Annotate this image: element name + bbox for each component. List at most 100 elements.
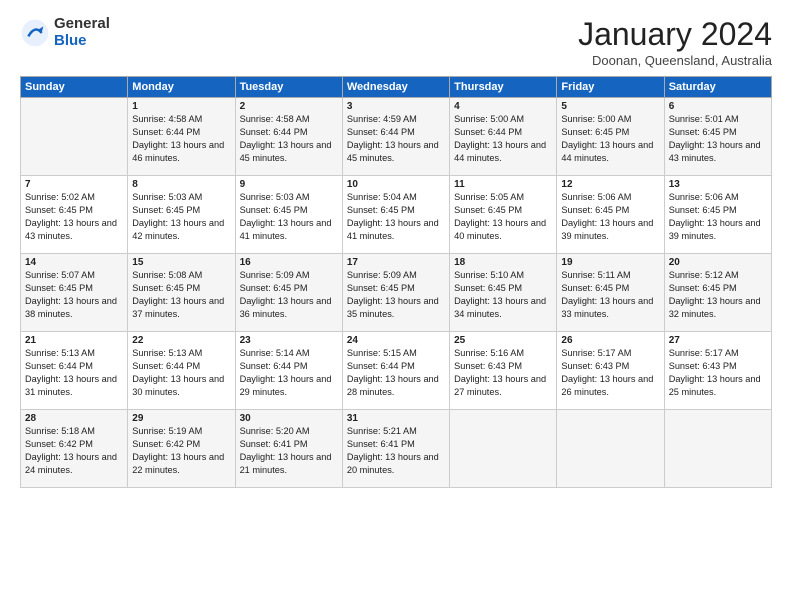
cell-w3-d1: 14Sunrise: 5:07 AMSunset: 6:45 PMDayligh… [21,254,128,332]
cell-info: Sunrise: 5:06 AMSunset: 6:45 PMDaylight:… [669,191,767,243]
cell-w5-d6 [557,410,664,488]
cell-line: Sunrise: 5:21 AM [347,425,445,438]
cell-w3-d6: 19Sunrise: 5:11 AMSunset: 6:45 PMDayligh… [557,254,664,332]
cell-line: Daylight: 13 hours and 43 minutes. [25,217,123,243]
cell-line: Daylight: 13 hours and 24 minutes. [25,451,123,477]
cell-line: Sunset: 6:44 PM [454,126,552,139]
cell-w4-d1: 21Sunrise: 5:13 AMSunset: 6:44 PMDayligh… [21,332,128,410]
cell-info: Sunrise: 5:13 AMSunset: 6:44 PMDaylight:… [132,347,230,399]
cell-info: Sunrise: 5:09 AMSunset: 6:45 PMDaylight:… [240,269,338,321]
cell-line: Daylight: 13 hours and 25 minutes. [669,373,767,399]
cell-info: Sunrise: 5:07 AMSunset: 6:45 PMDaylight:… [25,269,123,321]
cell-info: Sunrise: 5:03 AMSunset: 6:45 PMDaylight:… [240,191,338,243]
cell-line: Daylight: 13 hours and 45 minutes. [240,139,338,165]
cell-w5-d1: 28Sunrise: 5:18 AMSunset: 6:42 PMDayligh… [21,410,128,488]
day-number: 25 [454,335,552,346]
header-row: Sunday Monday Tuesday Wednesday Thursday… [21,77,772,98]
cell-line: Sunset: 6:45 PM [25,282,123,295]
cell-line: Sunrise: 5:03 AM [132,191,230,204]
day-number: 7 [25,179,123,190]
col-friday: Friday [557,77,664,98]
day-number: 4 [454,101,552,112]
cell-line: Sunrise: 5:04 AM [347,191,445,204]
cell-line: Sunset: 6:44 PM [347,360,445,373]
day-number: 24 [347,335,445,346]
cell-line: Sunrise: 4:58 AM [240,113,338,126]
cell-info: Sunrise: 5:06 AMSunset: 6:45 PMDaylight:… [561,191,659,243]
cell-info: Sunrise: 5:03 AMSunset: 6:45 PMDaylight:… [132,191,230,243]
cell-line: Daylight: 13 hours and 39 minutes. [669,217,767,243]
cell-line: Sunset: 6:45 PM [669,282,767,295]
day-number: 21 [25,335,123,346]
cell-line: Sunrise: 5:02 AM [25,191,123,204]
cell-w3-d3: 16Sunrise: 5:09 AMSunset: 6:45 PMDayligh… [235,254,342,332]
cell-line: Sunset: 6:42 PM [132,438,230,451]
cell-line: Sunrise: 5:16 AM [454,347,552,360]
cell-info: Sunrise: 5:00 AMSunset: 6:45 PMDaylight:… [561,113,659,165]
cell-info: Sunrise: 5:11 AMSunset: 6:45 PMDaylight:… [561,269,659,321]
col-wednesday: Wednesday [342,77,449,98]
cell-line: Daylight: 13 hours and 46 minutes. [132,139,230,165]
cell-line: Daylight: 13 hours and 41 minutes. [240,217,338,243]
cell-line: Sunset: 6:45 PM [454,204,552,217]
cell-w2-d1: 7Sunrise: 5:02 AMSunset: 6:45 PMDaylight… [21,176,128,254]
location-subtitle: Doonan, Queensland, Australia [578,53,772,68]
cell-w2-d3: 9Sunrise: 5:03 AMSunset: 6:45 PMDaylight… [235,176,342,254]
cell-info: Sunrise: 5:17 AMSunset: 6:43 PMDaylight:… [669,347,767,399]
day-number: 13 [669,179,767,190]
cell-line: Sunset: 6:44 PM [132,126,230,139]
cell-line: Sunrise: 4:59 AM [347,113,445,126]
cell-line: Sunrise: 5:13 AM [25,347,123,360]
cell-line: Sunset: 6:45 PM [561,282,659,295]
cell-w2-d7: 13Sunrise: 5:06 AMSunset: 6:45 PMDayligh… [664,176,771,254]
day-number: 28 [25,413,123,424]
cell-w4-d4: 24Sunrise: 5:15 AMSunset: 6:44 PMDayligh… [342,332,449,410]
day-number: 8 [132,179,230,190]
cell-info: Sunrise: 5:17 AMSunset: 6:43 PMDaylight:… [561,347,659,399]
cell-line: Sunrise: 5:07 AM [25,269,123,282]
day-number: 9 [240,179,338,190]
cell-line: Sunset: 6:41 PM [347,438,445,451]
title-area: January 2024 Doonan, Queensland, Austral… [578,16,772,68]
week-row-2: 7Sunrise: 5:02 AMSunset: 6:45 PMDaylight… [21,176,772,254]
col-thursday: Thursday [450,77,557,98]
cell-info: Sunrise: 5:20 AMSunset: 6:41 PMDaylight:… [240,425,338,477]
cell-line: Sunrise: 5:17 AM [561,347,659,360]
cell-line: Sunset: 6:45 PM [25,204,123,217]
cell-info: Sunrise: 5:05 AMSunset: 6:45 PMDaylight:… [454,191,552,243]
cell-w3-d5: 18Sunrise: 5:10 AMSunset: 6:45 PMDayligh… [450,254,557,332]
day-number: 31 [347,413,445,424]
cell-line: Daylight: 13 hours and 27 minutes. [454,373,552,399]
col-monday: Monday [128,77,235,98]
cell-w2-d2: 8Sunrise: 5:03 AMSunset: 6:45 PMDaylight… [128,176,235,254]
cell-line: Daylight: 13 hours and 33 minutes. [561,295,659,321]
cell-w4-d3: 23Sunrise: 5:14 AMSunset: 6:44 PMDayligh… [235,332,342,410]
cell-line: Daylight: 13 hours and 44 minutes. [561,139,659,165]
cell-line: Sunset: 6:43 PM [669,360,767,373]
cell-line: Sunrise: 5:10 AM [454,269,552,282]
cell-line: Sunrise: 5:00 AM [454,113,552,126]
day-number: 14 [25,257,123,268]
cell-line: Sunset: 6:43 PM [561,360,659,373]
cell-w2-d4: 10Sunrise: 5:04 AMSunset: 6:45 PMDayligh… [342,176,449,254]
day-number: 5 [561,101,659,112]
cell-w2-d5: 11Sunrise: 5:05 AMSunset: 6:45 PMDayligh… [450,176,557,254]
header: General Blue January 2024 Doonan, Queens… [20,16,772,68]
cell-line: Daylight: 13 hours and 21 minutes. [240,451,338,477]
cell-line: Sunset: 6:45 PM [240,204,338,217]
cell-line: Sunset: 6:45 PM [347,204,445,217]
cell-info: Sunrise: 5:18 AMSunset: 6:42 PMDaylight:… [25,425,123,477]
cell-line: Daylight: 13 hours and 20 minutes. [347,451,445,477]
calendar-page: General Blue January 2024 Doonan, Queens… [0,0,792,612]
day-number: 1 [132,101,230,112]
week-row-5: 28Sunrise: 5:18 AMSunset: 6:42 PMDayligh… [21,410,772,488]
cell-w1-d2: 1Sunrise: 4:58 AMSunset: 6:44 PMDaylight… [128,98,235,176]
day-number: 10 [347,179,445,190]
cell-line: Sunset: 6:45 PM [669,204,767,217]
cell-info: Sunrise: 5:09 AMSunset: 6:45 PMDaylight:… [347,269,445,321]
cell-line: Daylight: 13 hours and 40 minutes. [454,217,552,243]
cell-line: Daylight: 13 hours and 43 minutes. [669,139,767,165]
day-number: 17 [347,257,445,268]
cell-line: Daylight: 13 hours and 37 minutes. [132,295,230,321]
cell-line: Daylight: 13 hours and 29 minutes. [240,373,338,399]
